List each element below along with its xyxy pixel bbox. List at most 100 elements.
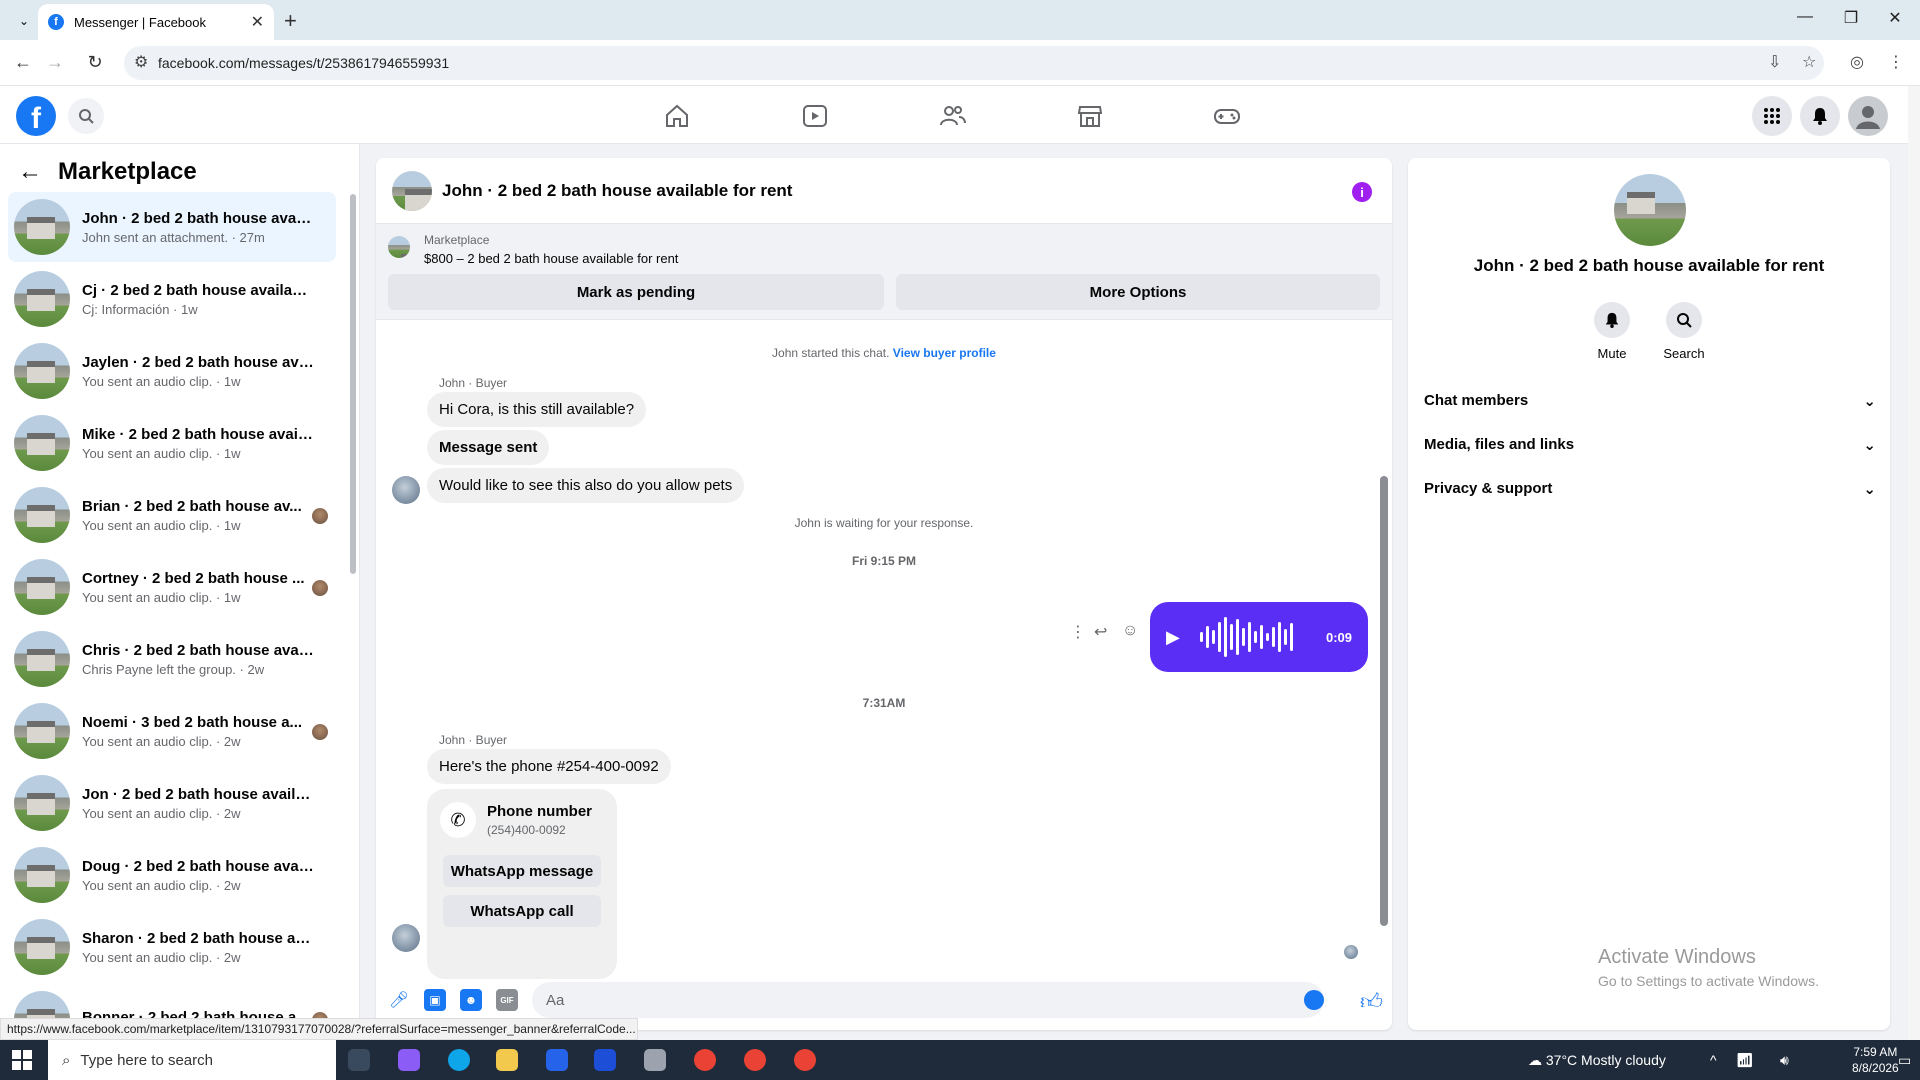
browser-tab-messenger[interactable]: f Messenger | Facebook ✕	[38, 4, 274, 40]
reply-icon[interactable]: ↩	[1094, 622, 1107, 642]
browser-menu-icon[interactable]: ⋮	[1888, 52, 1904, 72]
chrome-icon[interactable]	[744, 1049, 766, 1071]
profile-icon[interactable]: ◎	[1850, 52, 1864, 72]
mute-button[interactable]: Mute	[1582, 302, 1642, 361]
gaming-icon[interactable]	[1213, 102, 1241, 130]
restore-icon[interactable]: ❐	[1836, 8, 1866, 28]
taskbar-search-field[interactable]: ⌕ Type here to search	[48, 1040, 336, 1080]
photo-icon[interactable]: ▣	[424, 989, 446, 1011]
microphone-icon[interactable]: 🎤︎	[388, 989, 410, 1011]
chrome-active-icon[interactable]	[794, 1049, 816, 1071]
section-label: Privacy & support	[1424, 480, 1553, 497]
file-explorer-icon[interactable]	[496, 1049, 518, 1071]
store-icon[interactable]	[546, 1049, 568, 1071]
minimize-icon[interactable]: —	[1790, 8, 1820, 26]
tab-list-chevron-icon[interactable]: ⌄	[12, 9, 36, 33]
conversation-item[interactable]: Sharon · 2 bed 2 bath house ava... You se…	[8, 912, 336, 982]
notifications-bell-icon[interactable]	[1800, 96, 1840, 136]
play-icon[interactable]: ▶	[1166, 627, 1180, 648]
conversation-item[interactable]: Noemi · 3 bed 2 bath house a... You sent …	[8, 696, 336, 766]
marketplace-icon[interactable]	[1076, 102, 1104, 130]
tray-chevron-icon[interactable]: ^	[1710, 1052, 1717, 1068]
network-icon[interactable]: 📶︎	[1736, 1052, 1754, 1069]
thumbs-up-icon[interactable]: 👍︎	[1360, 988, 1383, 1015]
view-buyer-profile-link[interactable]: View buyer profile	[893, 346, 996, 360]
search-icon: ⌕	[62, 1051, 71, 1069]
emoji-icon[interactable]	[1304, 990, 1324, 1010]
conversation-item[interactable]: Brian · 2 bed 2 bath house av... You sent…	[8, 480, 336, 550]
chat-listing-thumbnail[interactable]	[392, 170, 432, 211]
whatsapp-message-button[interactable]: WhatsApp message	[443, 855, 601, 887]
message-input[interactable]: Aa	[532, 982, 1324, 1018]
listing-thumbnail	[14, 487, 70, 543]
account-avatar[interactable]	[1848, 96, 1888, 136]
forward-icon[interactable]: →	[44, 52, 66, 73]
new-tab-icon[interactable]: +	[284, 8, 297, 34]
search-icon[interactable]	[68, 98, 104, 134]
install-app-icon[interactable]: ⇩	[1768, 52, 1781, 72]
home-icon[interactable]	[663, 102, 691, 130]
listing-thumbnail	[14, 559, 70, 615]
back-icon[interactable]: ←	[12, 52, 34, 73]
notification-center-icon[interactable]: ▭	[1898, 1052, 1911, 1069]
taskbar-clock[interactable]: 7:59 AM 8/8/2026	[1852, 1044, 1899, 1076]
conversation-item[interactable]: Mike · 2 bed 2 bath house availa... You s…	[8, 408, 336, 478]
page-scrollbar[interactable]	[1908, 86, 1920, 1040]
conversation-item[interactable]: Cortney · 2 bed 2 bath house ... You sent…	[8, 552, 336, 622]
marketplace-banner[interactable]: Marketplace $800 – 2 bed 2 bath house av…	[376, 224, 1392, 320]
app-icon[interactable]	[644, 1049, 666, 1071]
sidebar-scrollbar[interactable]	[350, 194, 356, 574]
conversation-item[interactable]: John · 2 bed 2 bath house availa... John …	[8, 192, 336, 262]
reload-icon[interactable]: ↻	[84, 52, 106, 73]
edge-icon[interactable]	[448, 1049, 470, 1071]
task-view-icon[interactable]	[348, 1049, 370, 1071]
bookmark-star-icon[interactable]: ☆	[1802, 52, 1816, 72]
friends-icon[interactable]	[939, 102, 967, 130]
outlook-icon[interactable]	[594, 1049, 616, 1071]
back-arrow-icon[interactable]: ←	[18, 158, 42, 186]
sender-avatar[interactable]	[392, 924, 420, 952]
window-close-icon[interactable]: ✕	[1880, 8, 1910, 28]
conversation-item[interactable]: Chris · 2 bed 2 bath house availa... Chri…	[8, 624, 336, 694]
search-label: Search	[1663, 346, 1705, 361]
gif-icon[interactable]: GIF	[496, 989, 518, 1011]
message-bubble[interactable]: Would like to see this also do you allow…	[427, 468, 745, 503]
facebook-logo-icon[interactable]: f	[16, 96, 56, 136]
message-bubble[interactable]: Message sent	[427, 430, 550, 465]
chat-members-section[interactable]: Chat members ⌄	[1424, 392, 1876, 410]
more-options-button[interactable]: More Options	[896, 274, 1380, 310]
voice-message[interactable]: ▶ 0:09	[1150, 602, 1368, 672]
windows-start-icon[interactable]	[12, 1050, 32, 1070]
chrome-icon[interactable]	[694, 1049, 716, 1071]
mark-as-pending-button[interactable]: Mark as pending	[388, 274, 884, 310]
site-info-icon[interactable]: ⚙	[134, 52, 148, 72]
voice-duration: 0:09	[1325, 629, 1352, 645]
volume-icon[interactable]: 🔊︎	[1780, 1052, 1789, 1069]
conversation-item[interactable]: Jaylen · 2 bed 2 bath house avail... You …	[8, 336, 336, 406]
url-field[interactable]: facebook.com/messages/t/2538617946559931	[124, 46, 1824, 80]
sidebar-title: Marketplace	[58, 158, 197, 185]
conversation-item[interactable]: Doug · 2 bed 2 bath house avail... You se…	[8, 840, 336, 910]
conversation-item[interactable]: Jon · 2 bed 2 bath house availab... You s…	[8, 768, 336, 838]
sender-avatar[interactable]	[392, 476, 420, 504]
phone-card-number: (254)400-0092	[487, 823, 566, 837]
tab-close-icon[interactable]: ✕	[251, 12, 264, 32]
privacy-support-section[interactable]: Privacy & support ⌄	[1424, 480, 1876, 498]
message-bubble[interactable]: Here's the phone #254-400-0092	[427, 749, 671, 784]
chat-title[interactable]: John · 2 bed 2 bath house available for …	[442, 181, 792, 201]
sticker-icon[interactable]: ☻	[460, 989, 482, 1011]
menu-grid-icon[interactable]	[1752, 96, 1792, 136]
react-emoji-icon[interactable]: ☺	[1122, 622, 1138, 640]
conversation-item[interactable]: Cj · 2 bed 2 bath house available... Cj: …	[8, 264, 336, 334]
whatsapp-call-button[interactable]: WhatsApp call	[443, 895, 601, 927]
copilot-icon[interactable]	[398, 1049, 420, 1071]
phone-number-card[interactable]: ✆ Phone number (254)400-0092 WhatsApp me…	[427, 789, 617, 979]
video-icon[interactable]	[801, 102, 829, 130]
weather-widget[interactable]: ☁ 37°C Mostly cloudy	[1528, 1052, 1666, 1069]
search-in-chat-button[interactable]: Search	[1654, 302, 1714, 361]
more-actions-icon[interactable]: ⋮	[1070, 622, 1086, 642]
media-files-links-section[interactable]: Media, files and links ⌄	[1424, 436, 1876, 454]
info-icon[interactable]: i	[1352, 182, 1372, 202]
message-bubble[interactable]: Hi Cora, is this still available?	[427, 392, 647, 427]
chat-scrollbar[interactable]	[1380, 476, 1388, 926]
